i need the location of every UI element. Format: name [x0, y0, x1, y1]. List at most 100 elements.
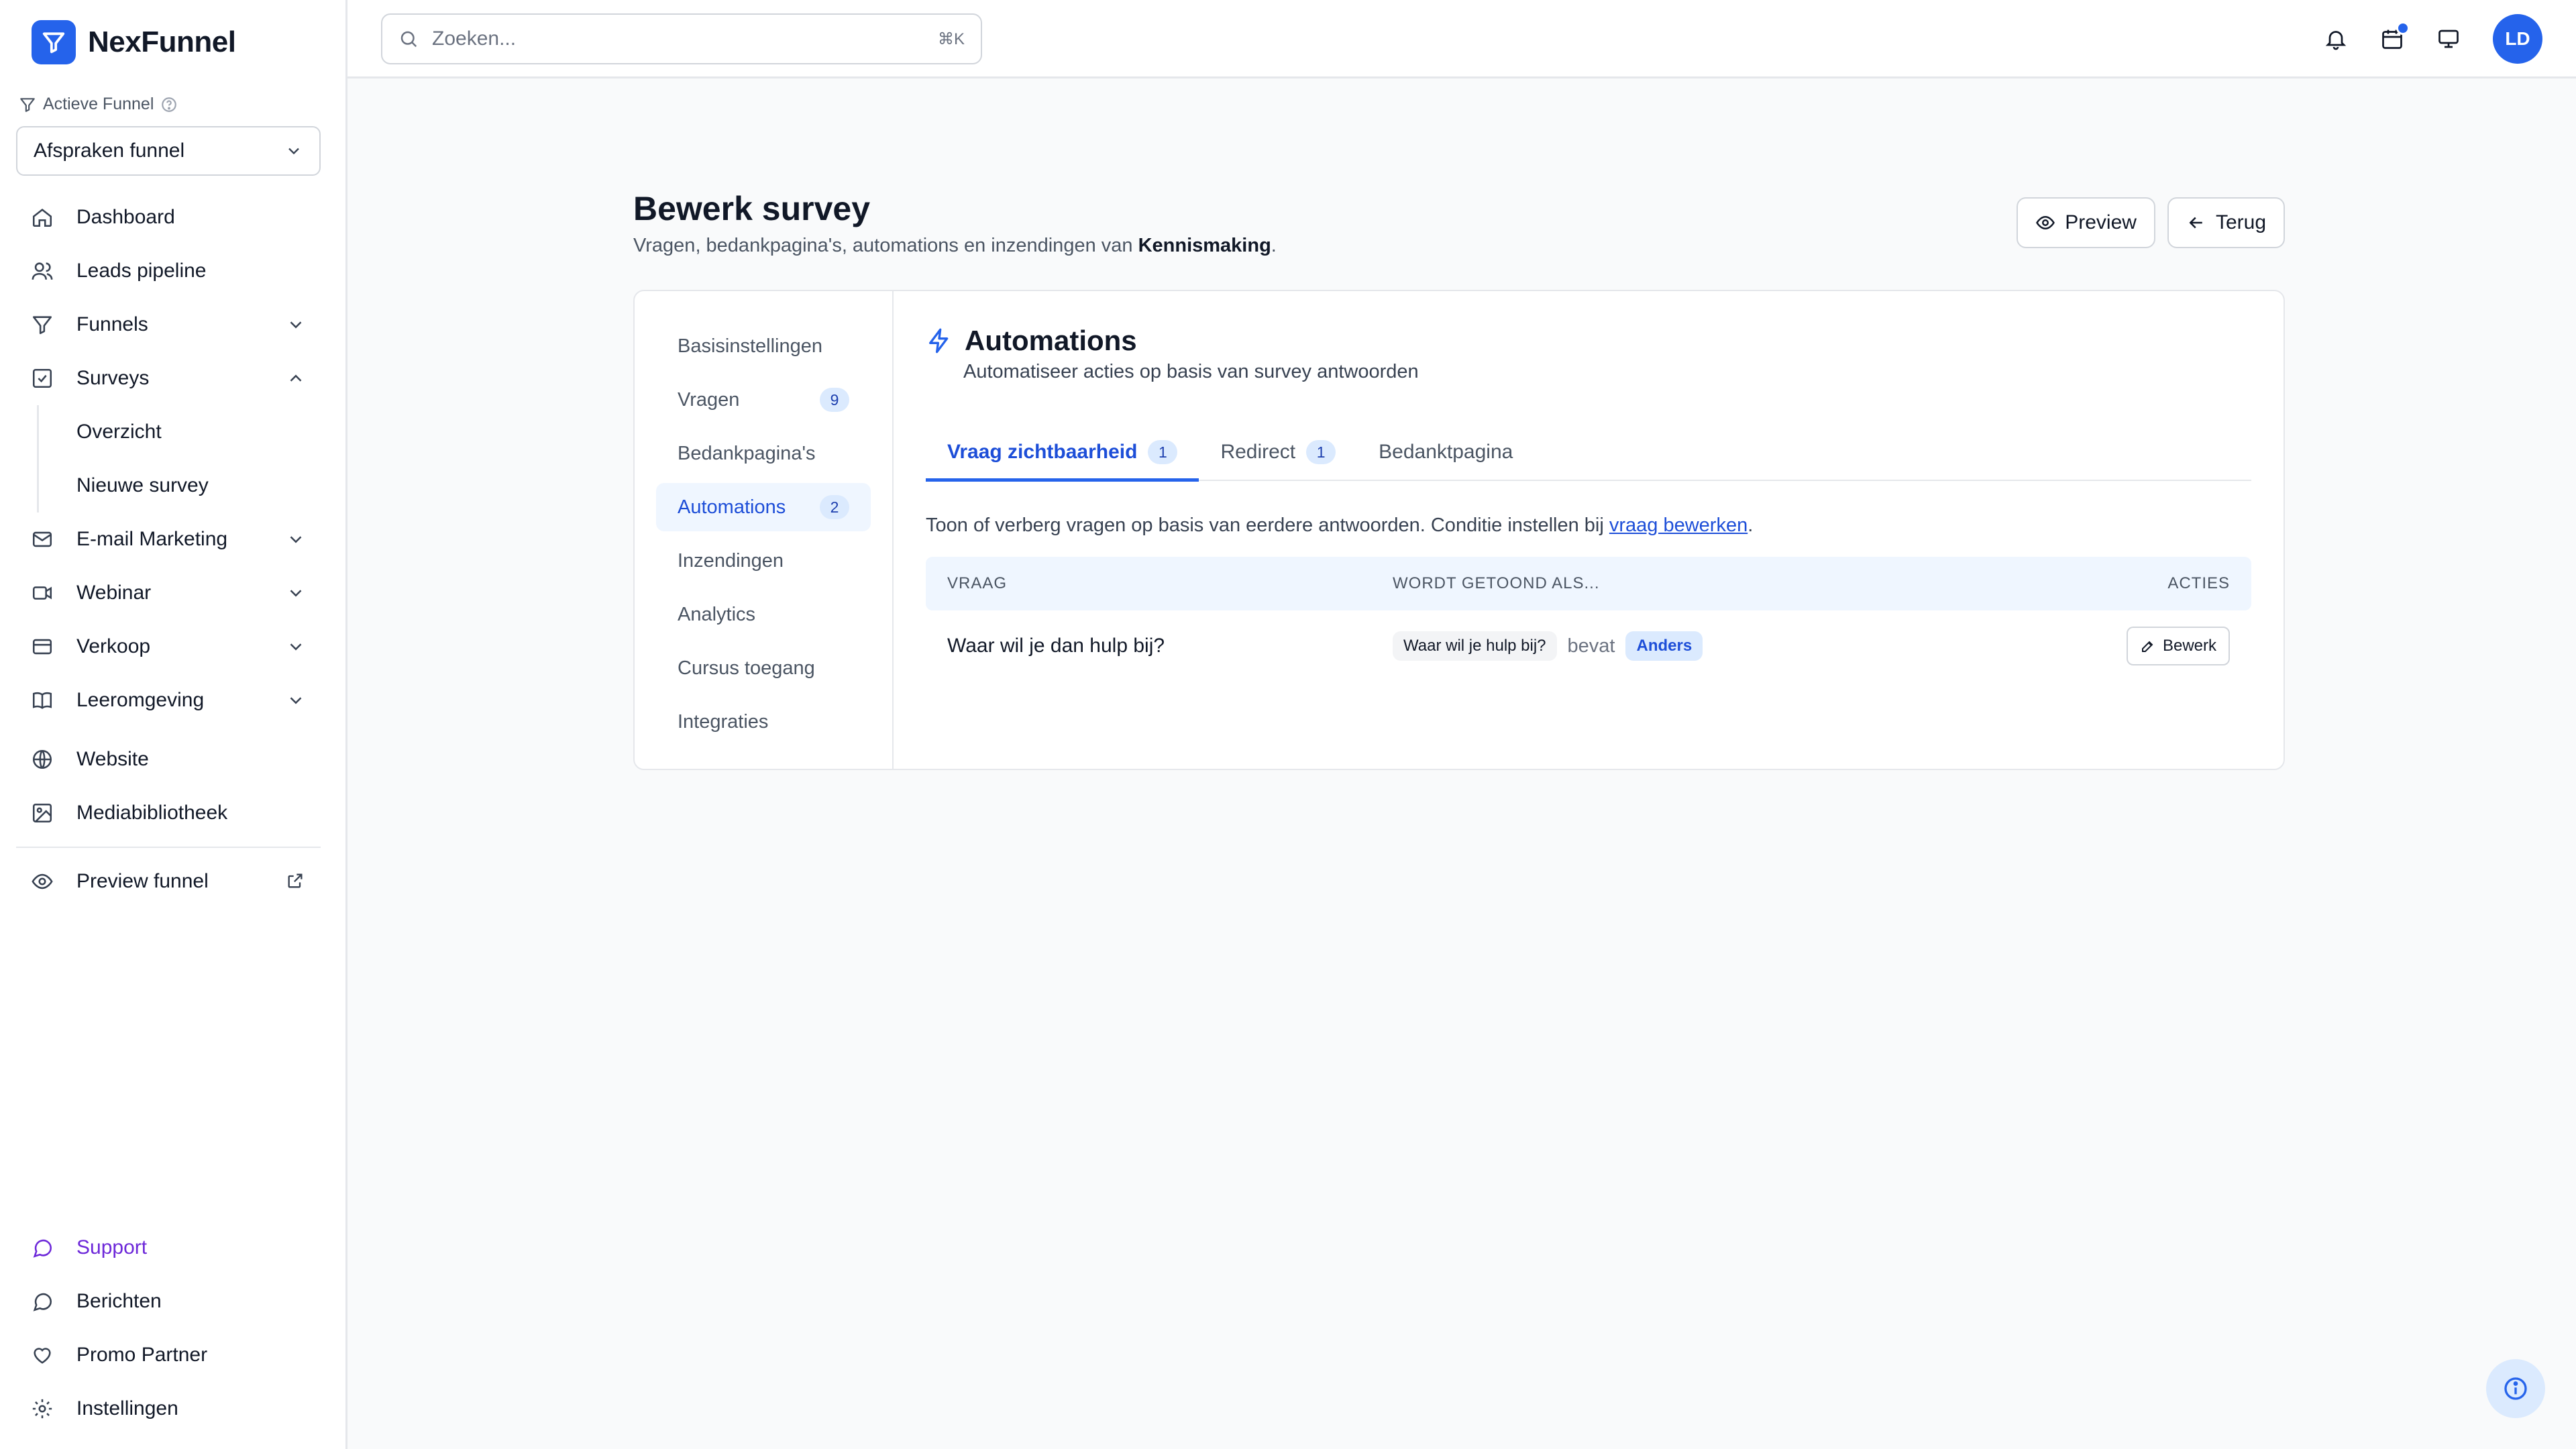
- search-placeholder: Zoeken...: [432, 28, 517, 50]
- subnav-label: Inzendingen: [678, 549, 784, 572]
- count-badge: 2: [820, 495, 849, 519]
- search-input[interactable]: Zoeken... ⌘K: [381, 13, 982, 64]
- tab-label: Redirect: [1220, 441, 1296, 463]
- subnav-label: Bedankpagina's: [678, 442, 816, 464]
- notification-dot: [2396, 21, 2410, 35]
- table-row: Waar wil je dan hulp bij? Waar wil je hu…: [926, 610, 2251, 682]
- subnav-inzendingen[interactable]: Inzendingen: [656, 537, 871, 585]
- sidebar-item-overzicht[interactable]: Overzicht: [39, 405, 321, 459]
- subtitle-suffix: .: [1271, 235, 1277, 256]
- lightning-icon: [926, 327, 953, 354]
- sidebar-item-leads-pipeline[interactable]: Leads pipeline: [16, 244, 321, 298]
- tab-label: Bedanktpagina: [1379, 441, 1513, 463]
- visibility-rules-table: VRAAG WORDT GETOOND ALS... ACTIES Waar w…: [926, 557, 2251, 682]
- subnav-integraties[interactable]: Integraties: [656, 698, 871, 746]
- monitor-icon[interactable]: [2436, 27, 2461, 51]
- edit-label: Bewerk: [2162, 637, 2216, 655]
- subnav-basisinstellingen[interactable]: Basisinstellingen: [656, 322, 871, 370]
- count-badge: 9: [820, 388, 849, 412]
- subnav-label: Analytics: [678, 603, 756, 625]
- edit-rule-button[interactable]: Bewerk: [2126, 627, 2230, 665]
- sidebar-item-mediabibliotheek[interactable]: Mediabibliotheek: [16, 786, 321, 840]
- bell-icon[interactable]: [2324, 27, 2348, 51]
- chevron-down-icon: [286, 690, 306, 710]
- external-link-icon: [286, 871, 306, 892]
- tab-bedanktpagina[interactable]: Bedanktpagina: [1357, 424, 1534, 480]
- tab-vraag-zichtbaarheid[interactable]: Vraag zichtbaarheid 1: [926, 424, 1199, 482]
- back-button[interactable]: Terug: [2167, 197, 2285, 248]
- sidebar-nav: Dashboard Leads pipeline Funnels Surveys…: [16, 191, 321, 908]
- sidebar-item-label: Leeromgeving: [76, 689, 205, 711]
- condition-operator: bevat: [1567, 635, 1615, 657]
- image-icon: [31, 802, 54, 824]
- sidebar-item-email-marketing[interactable]: E-mail Marketing: [16, 513, 321, 566]
- home-icon: [31, 206, 54, 229]
- chevron-down-icon: [284, 142, 303, 160]
- arrow-left-icon: [2186, 213, 2206, 233]
- subnav-analytics[interactable]: Analytics: [656, 590, 871, 639]
- sidebar-item-preview-funnel[interactable]: Preview funnel: [16, 855, 321, 908]
- sidebar-item-label: Support: [76, 1236, 148, 1258]
- survey-subnav: Basisinstellingen Vragen 9 Bedankpagina'…: [635, 291, 894, 769]
- page-header: Bewerk survey Vragen, bedankpagina's, au…: [633, 189, 2285, 257]
- sidebar-item-label: Leads pipeline: [76, 260, 207, 282]
- subnav-label: Vragen: [678, 388, 740, 411]
- active-funnel-label: Actieve Funnel: [19, 95, 178, 114]
- column-header-vraag: VRAAG: [947, 574, 1008, 592]
- active-funnel-text: Actieve Funnel: [43, 95, 154, 113]
- sidebar-item-label: Website: [76, 748, 149, 770]
- sidebar-item-leeromgeving[interactable]: Leeromgeving: [16, 674, 321, 727]
- topbar: Zoeken... ⌘K LD: [347, 0, 2576, 78]
- sidebar-divider: [16, 847, 321, 848]
- info-text: Toon of verberg vragen op basis van eerd…: [926, 515, 2251, 537]
- chevron-down-icon: [286, 315, 306, 335]
- sidebar-item-funnels[interactable]: Funnels: [16, 298, 321, 352]
- sidebar-item-label: E-mail Marketing: [76, 528, 228, 550]
- sidebar-item-label: Verkoop: [76, 635, 151, 657]
- vraag-bewerken-link[interactable]: vraag bewerken: [1609, 515, 1748, 536]
- sidebar-item-label: Overzicht: [76, 421, 162, 443]
- sidebar-item-webinar[interactable]: Webinar: [16, 566, 321, 620]
- gear-icon: [31, 1397, 54, 1420]
- help-info-button[interactable]: [2486, 1359, 2545, 1418]
- chevron-down-icon: [286, 529, 306, 549]
- subnav-cursus-toegang[interactable]: Cursus toegang: [656, 644, 871, 692]
- edit-icon: [2140, 638, 2156, 654]
- table-header: VRAAG WORDT GETOOND ALS... ACTIES: [926, 557, 2251, 610]
- sidebar-item-berichten[interactable]: Berichten: [16, 1275, 321, 1328]
- sidebar-item-website[interactable]: Website: [16, 733, 321, 786]
- subnav-automations[interactable]: Automations 2: [656, 483, 871, 531]
- sidebar-item-dashboard[interactable]: Dashboard: [16, 191, 321, 244]
- eye-icon: [2035, 213, 2055, 233]
- preview-label: Preview: [2065, 211, 2137, 233]
- sidebar-item-label: Berichten: [76, 1290, 162, 1312]
- topbar-actions: LD: [2324, 13, 2542, 64]
- sidebar-item-support[interactable]: Support: [16, 1221, 321, 1275]
- subnav-vragen[interactable]: Vragen 9: [656, 376, 871, 424]
- sidebar-item-verkoop[interactable]: Verkoop: [16, 620, 321, 674]
- sidebar-item-label: Preview funnel: [76, 870, 209, 892]
- chat-bubble-icon: [31, 1236, 54, 1259]
- avatar[interactable]: LD: [2493, 14, 2542, 64]
- sidebar-item-label: Promo Partner: [76, 1344, 208, 1366]
- search-shortcut: ⌘K: [937, 30, 965, 48]
- funnel-select-value: Afspraken funnel: [34, 140, 185, 162]
- sidebar-item-instellingen[interactable]: Instellingen: [16, 1382, 321, 1436]
- search-icon: [398, 29, 419, 49]
- help-circle-icon[interactable]: [160, 96, 178, 113]
- sidebar-item-promo-partner[interactable]: Promo Partner: [16, 1328, 321, 1382]
- subnav-bedankpaginas[interactable]: Bedankpagina's: [656, 429, 871, 478]
- calendar-icon[interactable]: [2380, 21, 2410, 51]
- app-logo[interactable]: NexFunnel: [32, 20, 236, 64]
- sidebar: NexFunnel Actieve Funnel Afspraken funne…: [0, 0, 347, 1449]
- subtitle-text: Vragen, bedankpagina's, automations en i…: [633, 235, 1138, 256]
- preview-button[interactable]: Preview: [2017, 197, 2155, 248]
- globe-icon: [31, 748, 54, 771]
- header-actions: Preview Terug: [2017, 197, 2285, 248]
- sidebar-item-surveys[interactable]: Surveys: [16, 352, 321, 405]
- sidebar-item-label: Nieuwe survey: [76, 474, 209, 496]
- tab-label: Vraag zichtbaarheid: [947, 441, 1138, 463]
- sidebar-item-nieuwe-survey[interactable]: Nieuwe survey: [39, 459, 321, 513]
- tab-redirect[interactable]: Redirect 1: [1199, 424, 1357, 480]
- funnel-select[interactable]: Afspraken funnel: [16, 126, 321, 176]
